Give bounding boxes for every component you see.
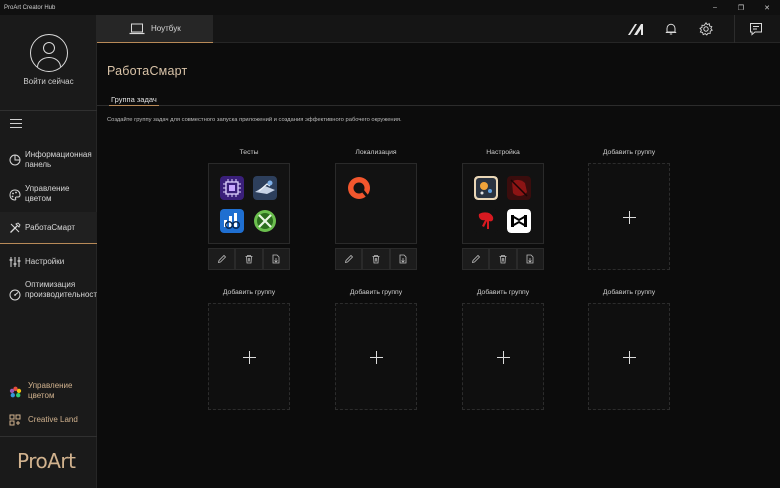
cpu-z-icon[interactable] <box>220 176 244 200</box>
trash-icon <box>245 255 253 264</box>
tools-icon <box>10 222 21 233</box>
feedback-icon[interactable] <box>749 22 763 36</box>
add-group-button[interactable] <box>208 303 290 410</box>
launch-button[interactable] <box>516 248 544 270</box>
delete-button[interactable] <box>235 248 263 270</box>
gear-icon[interactable] <box>699 22 713 36</box>
add-group-label: Добавить группу <box>602 149 656 156</box>
plus-icon <box>370 351 383 364</box>
group-card[interactable] <box>208 163 290 244</box>
sidebar-item-label: Управление цветом <box>28 381 73 400</box>
plus-icon <box>623 351 636 364</box>
bloody-icon[interactable] <box>474 209 498 233</box>
login-label[interactable]: Войти сейчас <box>0 77 97 86</box>
window-title: ProArt Creator Hub <box>4 4 56 11</box>
close-button[interactable]: ✕ <box>754 0 780 15</box>
pencil-icon <box>344 254 353 264</box>
add-group-label: Добавить группу <box>476 289 530 296</box>
trash-icon <box>372 255 380 264</box>
sidebar-item-color-management-app[interactable]: Управление цветом <box>0 380 97 404</box>
group-card[interactable] <box>462 163 544 244</box>
group-actions <box>462 248 544 270</box>
topbar-divider <box>734 15 735 43</box>
tab-label: Ноутбук <box>151 24 181 33</box>
add-group-label: Добавить группу <box>349 289 403 296</box>
capcut-icon[interactable] <box>507 209 531 233</box>
add-group-button[interactable] <box>462 303 544 410</box>
sidebar-item-settings[interactable]: Настройки <box>0 253 97 271</box>
group-name: Тесты <box>239 149 259 156</box>
xbox-icon[interactable] <box>253 209 277 233</box>
add-group-label: Добавить группу <box>602 289 656 296</box>
menu-icon[interactable] <box>10 119 22 128</box>
armoury-crate-icon[interactable] <box>474 176 498 200</box>
sidebar-divider <box>0 110 97 111</box>
mouse-icon[interactable] <box>507 176 531 200</box>
plus-icon <box>243 351 256 364</box>
minimize-button[interactable]: – <box>702 0 728 15</box>
3dmark-icon[interactable] <box>253 176 277 200</box>
delete-button[interactable] <box>362 248 390 270</box>
launch-button[interactable] <box>389 248 417 270</box>
sidebar-item-label: Оптимизация производительности <box>25 280 102 299</box>
tab-task-group[interactable]: Группа задач <box>109 95 159 106</box>
sidebar-item-worksmart[interactable]: РаботаСмарт <box>0 212 97 244</box>
bell-icon[interactable] <box>664 22 678 36</box>
main-content: РаботаСмарт Группа задач Создайте группу… <box>97 43 780 488</box>
group-actions <box>208 248 290 270</box>
geekbench-icon[interactable] <box>220 209 244 233</box>
trash-icon <box>499 255 507 264</box>
proart-logo: ProArt <box>17 449 76 473</box>
maximize-button[interactable]: ❐ <box>728 0 754 15</box>
group-card[interactable] <box>335 163 417 244</box>
sidebar-divider <box>0 436 97 437</box>
subtab-bar: Группа задач <box>97 95 780 106</box>
profile-panel[interactable]: Войти сейчас <box>0 15 97 107</box>
sidebar-item-label: РаботаСмарт <box>25 223 76 232</box>
group-name: Локализация <box>355 149 397 156</box>
group-name: Настройка <box>486 149 520 156</box>
edit-button[interactable] <box>462 248 490 270</box>
proart-mark-icon[interactable] <box>627 22 645 36</box>
tab-laptop[interactable]: Ноутбук <box>97 15 213 43</box>
delete-button[interactable] <box>489 248 517 270</box>
launch-icon <box>272 254 280 264</box>
launch-button[interactable] <box>262 248 290 270</box>
sidebar-item-color-management[interactable]: Управление цветом <box>0 181 97 209</box>
sidebar-item-label: Информационная панель <box>25 150 92 169</box>
pencil-icon <box>217 254 226 264</box>
creative-land-icon <box>9 414 21 426</box>
group-actions <box>335 248 417 270</box>
launch-icon <box>399 254 407 264</box>
sidebar-item-label: Управление цветом <box>25 184 70 203</box>
qbittorrent-icon[interactable] <box>347 176 371 200</box>
pencil-icon <box>471 254 480 264</box>
add-group-button[interactable] <box>588 163 670 270</box>
color-wheel-icon <box>9 386 22 398</box>
top-bar: Ноутбук <box>97 15 780 43</box>
add-group-label: Добавить группу <box>222 289 276 296</box>
sidebar-item-label: Настройки <box>25 257 65 266</box>
plus-icon <box>623 211 636 224</box>
plus-icon <box>497 351 510 364</box>
edit-button[interactable] <box>208 248 236 270</box>
sidebar-item-creative-land[interactable]: Creative Land <box>0 412 97 428</box>
performance-icon <box>9 289 21 301</box>
user-avatar-icon[interactable] <box>30 34 68 72</box>
page-description: Создайте группу задач для совместного за… <box>107 117 402 123</box>
page-title: РаботаСмарт <box>107 64 188 78</box>
add-group-button[interactable] <box>588 303 670 410</box>
sidebar-item-performance[interactable]: Оптимизация производительности <box>0 278 102 314</box>
sidebar-item-label: Creative Land <box>28 415 78 424</box>
edit-button[interactable] <box>335 248 363 270</box>
sliders-icon <box>9 257 21 267</box>
launch-icon <box>526 254 534 264</box>
sidebar: Войти сейчас Информационная панель Управ… <box>0 15 102 488</box>
palette-icon <box>9 189 21 201</box>
dashboard-icon <box>9 154 21 166</box>
title-bar: ProArt Creator Hub – ❐ ✕ <box>0 0 780 15</box>
laptop-icon <box>129 23 145 35</box>
add-group-button[interactable] <box>335 303 417 410</box>
sidebar-item-dashboard[interactable]: Информационная панель <box>0 146 97 174</box>
